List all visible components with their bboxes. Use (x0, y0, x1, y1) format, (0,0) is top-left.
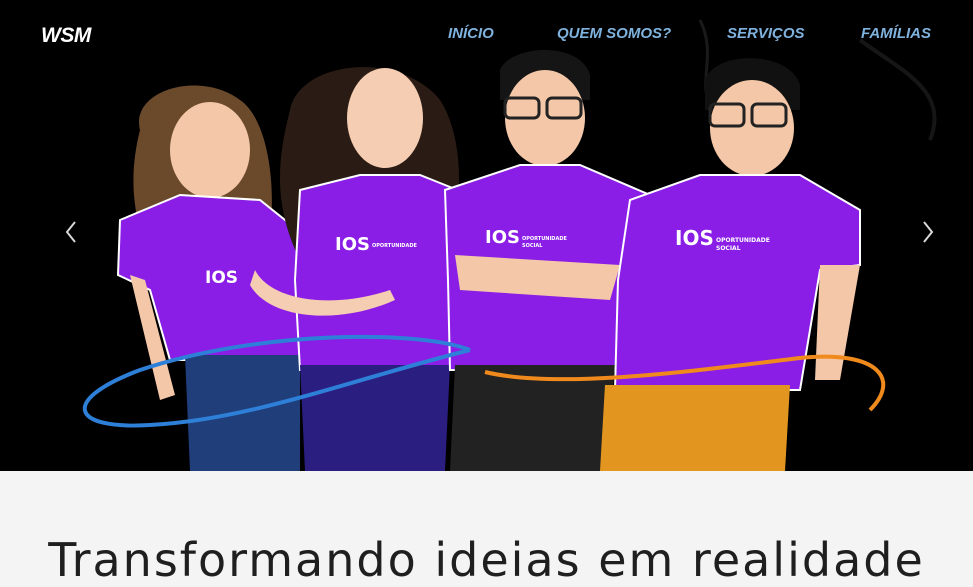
nav-link-familias[interactable]: FAMÍLIAS (861, 25, 931, 42)
chevron-left-icon (65, 221, 76, 243)
svg-text:OPORTUNIDADE: OPORTUNIDADE (372, 243, 417, 249)
chevron-right-icon (923, 221, 934, 243)
brand-logo[interactable]: WSM (41, 24, 91, 48)
page-headline: Transformando ideias em realidade (48, 533, 925, 587)
shirt-logo-4: IOS (675, 226, 714, 250)
svg-text:SOCIAL: SOCIAL (522, 243, 543, 249)
svg-text:SOCIAL: SOCIAL (716, 245, 741, 252)
carousel-prev-button[interactable] (60, 218, 84, 246)
person-4-figure (600, 58, 861, 471)
nav-link-servicos[interactable]: SERVIÇOS (727, 25, 805, 42)
svg-text:OPORTUNIDADE: OPORTUNIDADE (716, 237, 770, 244)
nav-link-inicio[interactable]: INÍCIO (448, 25, 494, 42)
headline-section: Transformando ideias em realidade (0, 471, 973, 587)
shirt-logo-2: IOS (335, 234, 370, 255)
hero-carousel: IOS IOS IOS IOS OPORTUNIDADE SOCIAL OPOR… (0, 0, 973, 471)
svg-text:OPORTUNIDADE: OPORTUNIDADE (522, 236, 567, 242)
top-navbar: WSM INÍCIO QUEM SOMOS? SERVIÇOS FAMÍLIAS (0, 0, 973, 70)
carousel-slide-image: IOS IOS IOS IOS OPORTUNIDADE SOCIAL OPOR… (82, 19, 937, 471)
carousel-next-button[interactable] (915, 218, 939, 246)
nav-link-quem-somos[interactable]: QUEM SOMOS? (557, 25, 671, 42)
shirt-logo-3: IOS (485, 227, 520, 248)
shirt-logo-1: IOS (205, 268, 238, 288)
